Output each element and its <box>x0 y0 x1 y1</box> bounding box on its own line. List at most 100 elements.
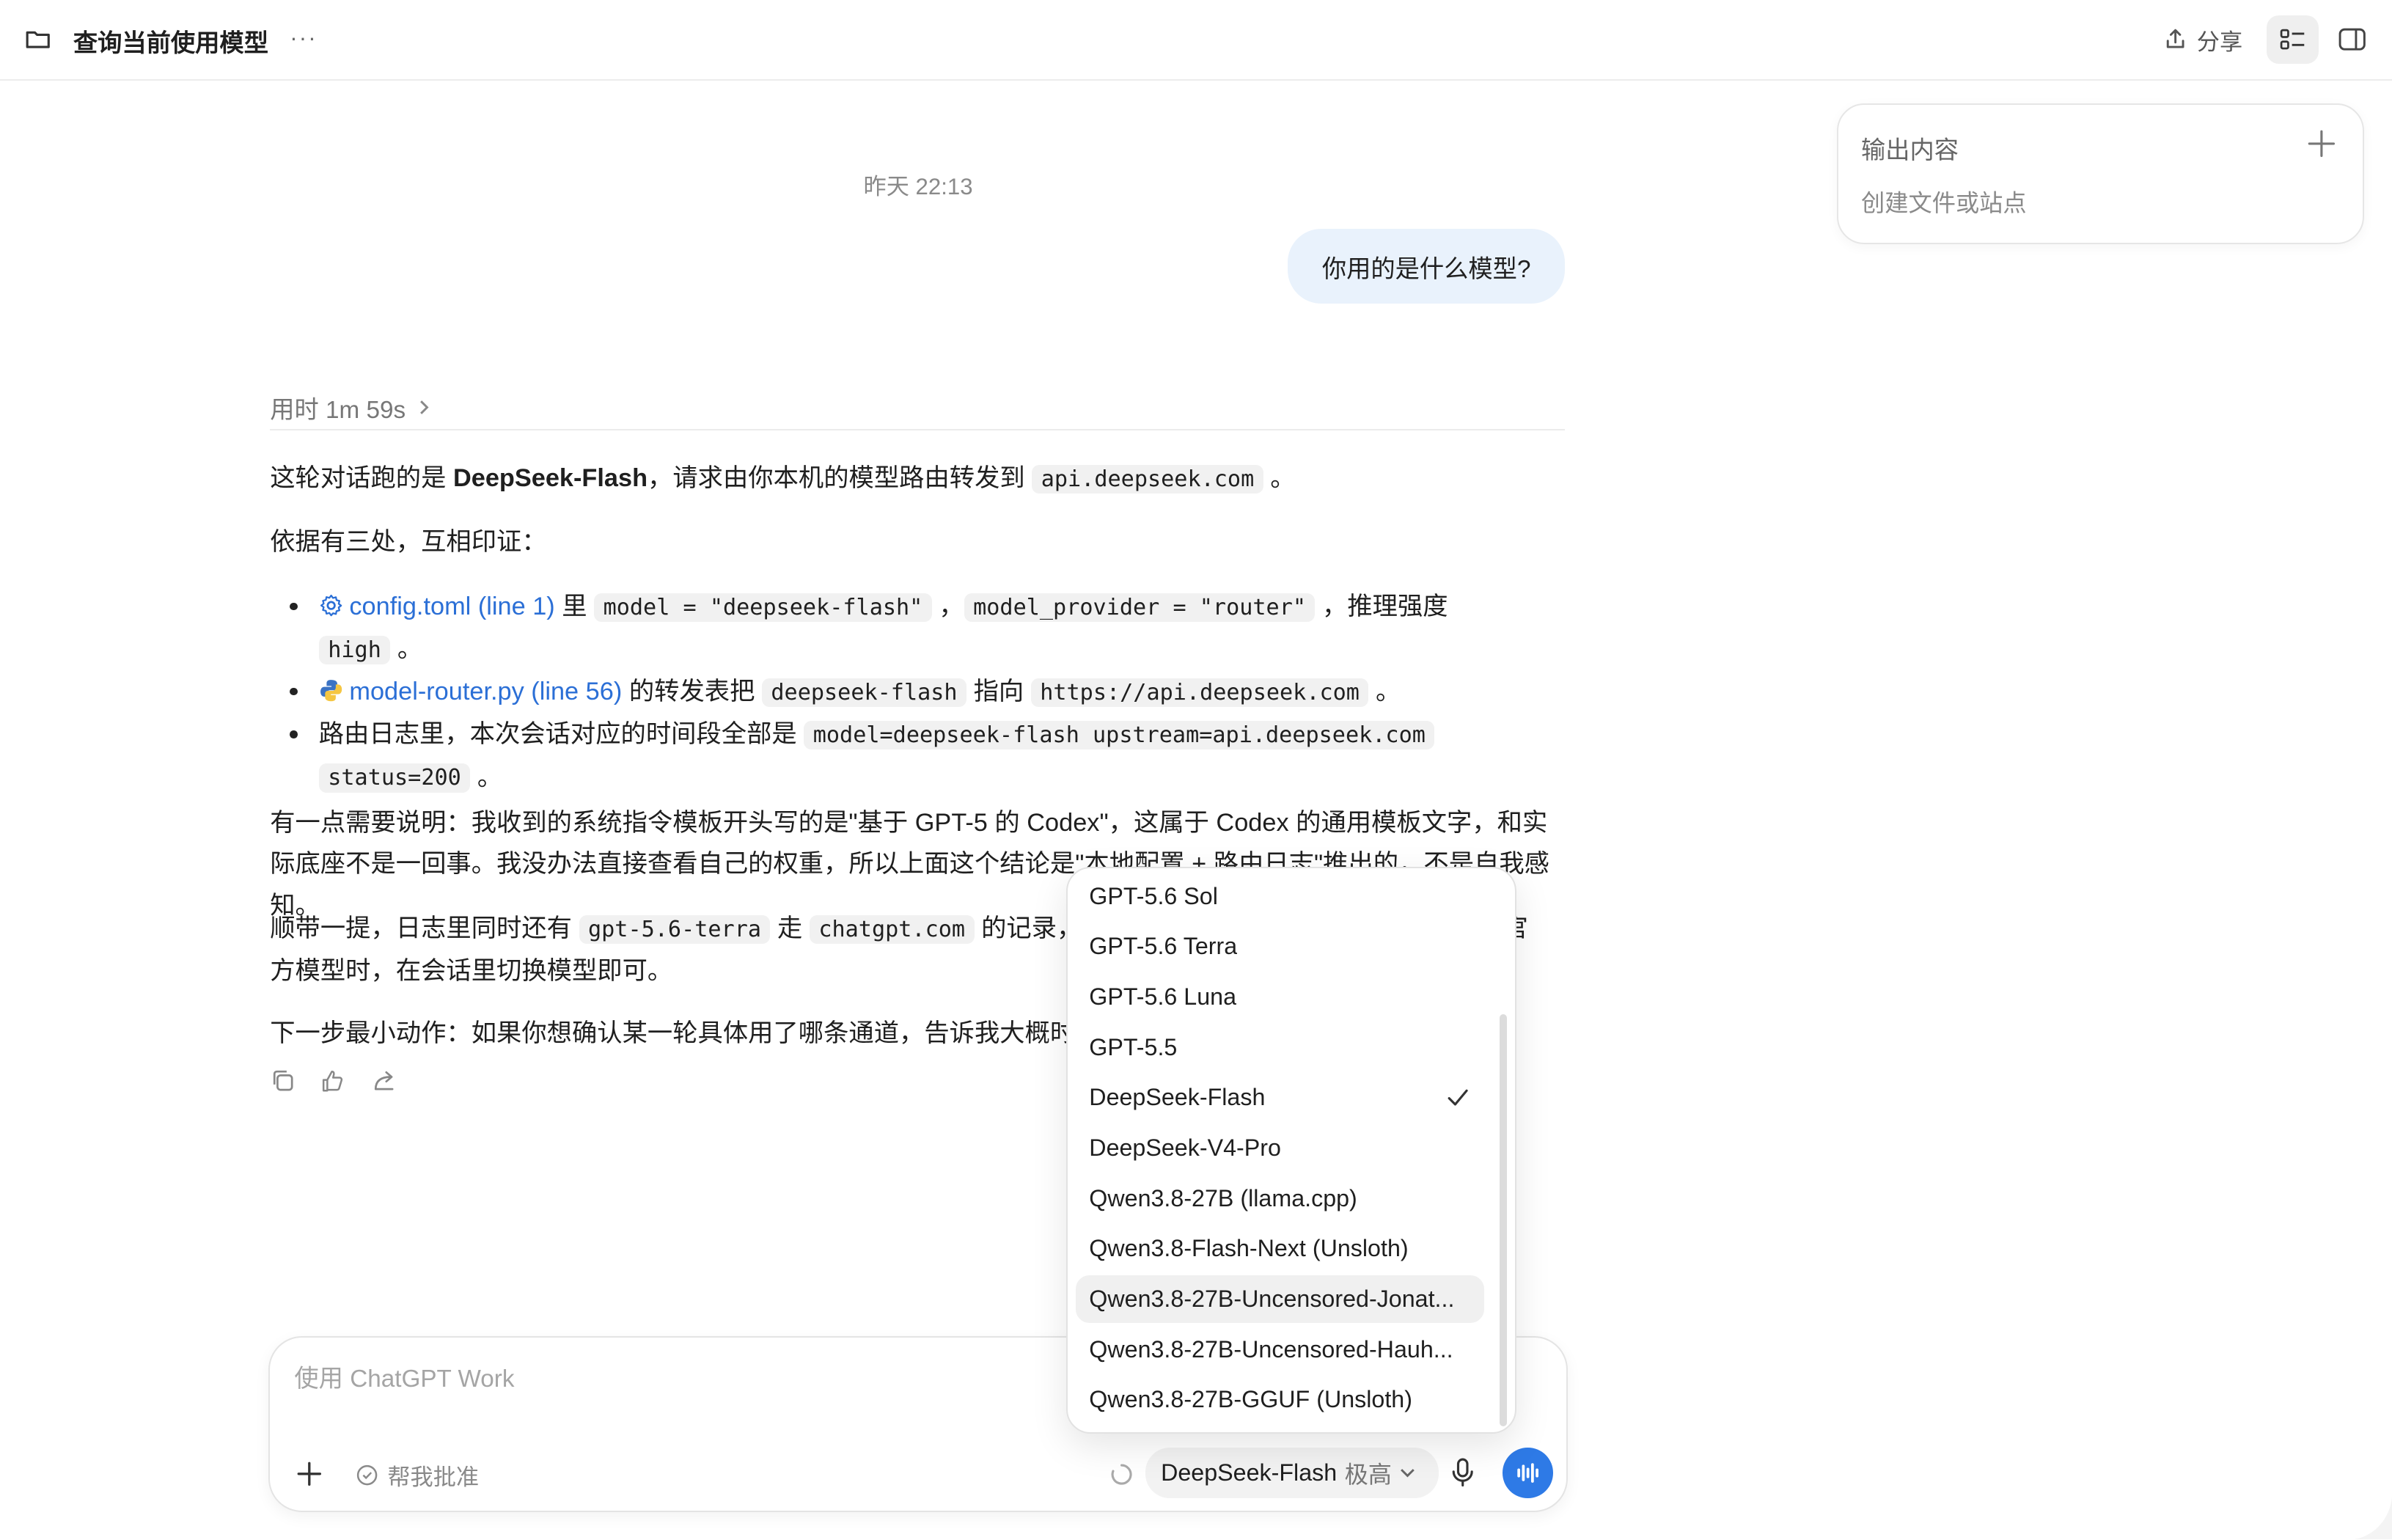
model-option[interactable]: Qwen3.8-27B-GGUF (Unsloth) <box>1076 1376 1485 1423</box>
more-options-icon[interactable]: ··· <box>290 26 317 48</box>
model-option[interactable]: GPT-5.5 <box>1076 1024 1485 1071</box>
list-icon <box>2280 29 2305 50</box>
divider <box>270 428 1566 430</box>
answer-bold-model: DeepSeek-Flash <box>452 464 648 493</box>
model-selector[interactable]: DeepSeek-Flash 极高 <box>1145 1448 1439 1498</box>
chevron-down-icon <box>1401 1469 1415 1478</box>
conversation-title[interactable]: 查询当前使用模型 <box>73 23 268 59</box>
model-option-label: Qwen3.8-27B-Uncensored-Hauh... <box>1089 1335 1453 1363</box>
thought-duration-toggle[interactable]: 用时 1m 59s <box>270 389 430 425</box>
approve-button[interactable]: 帮我批准 <box>356 1459 479 1492</box>
inline-code: status=200 <box>318 763 471 793</box>
reasoning-effort-label: 极高 <box>1344 1461 1393 1488</box>
model-option[interactable]: DeepSeek-V4-Pro <box>1076 1124 1485 1171</box>
output-panel-subtitle[interactable]: 创建文件或站点 <box>1861 185 2027 219</box>
gear-icon <box>320 594 342 617</box>
answer-text: 走 <box>770 914 810 942</box>
output-panel: 输出内容 创建文件或站点 <box>1836 103 2365 244</box>
inline-code: chatgpt.com <box>809 914 975 944</box>
answer-text: 指向 <box>966 678 1031 706</box>
answer-text: ，请求由你本机的模型路由转发到 <box>647 464 1032 493</box>
model-option[interactable]: GPT-5.6 Luna <box>1076 973 1485 1020</box>
inline-code: api.deepseek.com <box>1032 465 1263 494</box>
model-option-label: GPT-5.6 Sol <box>1089 882 1218 909</box>
model-option-label: DeepSeek-Flash <box>1089 1084 1266 1111</box>
approve-shield-icon <box>356 1464 377 1485</box>
model-option-label: DeepSeek-V4-Pro <box>1089 1134 1281 1161</box>
loading-spinner-icon <box>1112 1464 1133 1485</box>
dropdown-scrollbar[interactable] <box>1500 1014 1508 1427</box>
output-panel-title: 输出内容 <box>1861 136 1959 164</box>
share-icon <box>2166 29 2184 48</box>
model-option[interactable]: Qwen3.8-27B-Uncensored-Hauh... <box>1076 1326 1485 1373</box>
answer-text: 顺带一提，日志里同时还有 <box>270 914 579 942</box>
app-window: 查询当前使用模型 ··· 分享 输出内容 创建文件或站点 昨天 22:13 你用… <box>0 0 2392 1540</box>
config-file-link[interactable]: config.toml (line 1) <box>349 593 554 620</box>
check-icon <box>1448 1089 1468 1106</box>
model-option[interactable]: GPT-5.6 Sol <box>1076 873 1485 920</box>
answer-text: 。 <box>470 763 503 791</box>
model-option-label: GPT-5.5 <box>1089 1033 1178 1060</box>
model-option[interactable]: GPT-5.6 Terra <box>1076 923 1485 970</box>
share-button[interactable]: 分享 <box>2163 23 2242 56</box>
folder-icon[interactable] <box>24 26 51 53</box>
chevron-right-icon <box>419 400 429 414</box>
inline-code: gpt-5.6-terra <box>579 914 771 944</box>
microphone-icon[interactable] <box>1449 1457 1476 1488</box>
inline-code: high <box>318 635 391 665</box>
add-attachment-plus-icon[interactable] <box>294 1459 325 1489</box>
thought-duration-label: 用时 1m 59s <box>270 396 406 424</box>
answer-text: 这轮对话跑的是 <box>270 464 453 493</box>
answer-text: 的转发表把 <box>622 678 762 706</box>
inline-code: model_provider = "router" <box>964 593 1316 622</box>
model-selector-name: DeepSeek-Flash <box>1161 1459 1338 1486</box>
answer-text: ，推理强度 <box>1315 592 1448 620</box>
answer-text: 路由日志里，本次会话对应的时间段全部是 <box>318 720 804 749</box>
model-option[interactable]: Qwen3.8-27B (llama.cpp) <box>1076 1175 1485 1222</box>
message-actions <box>270 1068 397 1093</box>
voice-waveform-icon <box>1517 1463 1538 1483</box>
answer-text: 。 <box>390 635 423 664</box>
inline-code: https://api.deepseek.com <box>1030 678 1369 708</box>
answer-text: 。 <box>1263 464 1296 493</box>
inline-code: model=deepseek-flash upstream=api.deepse… <box>804 721 1435 750</box>
message-input[interactable] <box>291 1363 1060 1395</box>
list-item: config.toml (line 1) 里 model = "deepseek… <box>270 586 1566 671</box>
top-bar: 查询当前使用模型 ··· 分享 <box>0 0 2392 81</box>
answer-text: ， <box>931 592 964 620</box>
user-message-bubble: 你用的是什么模型? <box>1287 229 1566 304</box>
answer-text: 方模型时，在会话里切换模型即可。 <box>270 957 673 985</box>
copy-icon[interactable] <box>270 1068 296 1093</box>
share-label: 分享 <box>2196 29 2243 55</box>
answer-paragraph-1: 这轮对话跑的是 DeepSeek-Flash，请求由你本机的模型路由转发到 ap… <box>270 458 1296 500</box>
inline-code: deepseek-flash <box>761 678 967 708</box>
feedback-thumbs-icon[interactable] <box>320 1068 346 1093</box>
model-option[interactable]: Qwen3.8-Flash-Next (Unsloth) <box>1076 1225 1485 1272</box>
message-timestamp: 昨天 22:13 <box>863 173 973 199</box>
model-option-label: Qwen3.8-27B-GGUF (Unsloth) <box>1089 1386 1412 1413</box>
evidence-list: config.toml (line 1) 里 model = "deepseek… <box>270 586 1566 799</box>
model-option-label: Qwen3.8-27B (llama.cpp) <box>1089 1184 1357 1211</box>
python-icon <box>320 680 342 702</box>
share-branch-icon[interactable] <box>371 1068 397 1093</box>
answer-text: 。 <box>1368 678 1401 706</box>
model-option-hovered[interactable]: Qwen3.8-27B-Uncensored-Jonat... <box>1075 1275 1485 1323</box>
inline-code: model = "deepseek-flash" <box>594 593 932 622</box>
outline-toggle-button[interactable] <box>2267 15 2319 65</box>
add-output-plus-icon[interactable] <box>2305 127 2338 161</box>
model-dropdown-menu: GPT-5.6 Sol GPT-5.6 Terra GPT-5.6 Luna G… <box>1066 866 1516 1434</box>
answer-text: 里 <box>554 592 595 620</box>
model-option-selected[interactable]: DeepSeek-Flash <box>1076 1074 1485 1121</box>
list-item: 路由日志里，本次会话对应的时间段全部是 model=deepseek-flash… <box>270 714 1566 799</box>
sidebar-panel-icon[interactable] <box>2338 27 2366 51</box>
answer-paragraph-2: 依据有三处，互相印证： <box>270 528 547 557</box>
list-item: model-router.py (line 56) 的转发表把 deepseek… <box>270 671 1566 714</box>
approve-label: 帮我批准 <box>387 1464 480 1490</box>
voice-mode-button[interactable] <box>1503 1448 1553 1498</box>
model-option-label: Qwen3.8-Flash-Next (Unsloth) <box>1089 1235 1409 1262</box>
model-option-label: GPT-5.6 Luna <box>1089 983 1236 1010</box>
model-option-label: GPT-5.6 Terra <box>1089 933 1238 960</box>
model-option-label: Qwen3.8-27B-Uncensored-Jonat... <box>1089 1285 1455 1312</box>
window-resize-corner-icon <box>2349 1492 2392 1540</box>
router-file-link[interactable]: model-router.py (line 56) <box>349 678 622 705</box>
